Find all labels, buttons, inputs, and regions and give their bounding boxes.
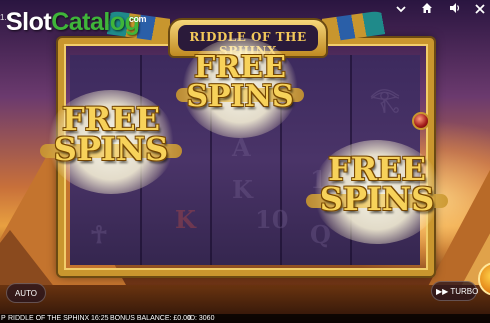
frame-gem (412, 112, 430, 130)
speaker-icon[interactable] (447, 2, 463, 18)
status-bonus-balance: BONUS BALANCE: £0.00 (110, 315, 191, 322)
status-bar: P RIDDLE OF THE SPHINX 16:25 BONUS BALAN… (0, 314, 490, 323)
fast-forward-icon: ▶▶ (436, 287, 449, 296)
free-spins-line2: SPINS (319, 180, 435, 219)
free-spins-line2: SPINS (53, 130, 169, 169)
auto-button[interactable]: AUTO (6, 283, 46, 303)
free-spins-badge: FREE SPINS (176, 38, 304, 138)
home-icon[interactable] (419, 2, 435, 18)
top-toolbar (0, 2, 490, 18)
close-icon[interactable] (472, 2, 488, 18)
status-game-name: RIDDLE OF THE SPHINX (8, 315, 90, 322)
status-time: 16:25 (91, 315, 109, 322)
chevron-down-icon[interactable] (393, 2, 409, 18)
status-menu-glyph[interactable]: P (1, 314, 6, 323)
turbo-button[interactable]: ▶▶ TURBO (431, 281, 479, 301)
free-spins-badge: FREE SPINS (40, 90, 182, 194)
free-spins-badge: FREE SPINS (306, 140, 448, 244)
free-spins-line2: SPINS (186, 78, 294, 114)
status-id: ID: 3060 (188, 315, 215, 322)
turbo-label: TURBO (450, 287, 479, 296)
